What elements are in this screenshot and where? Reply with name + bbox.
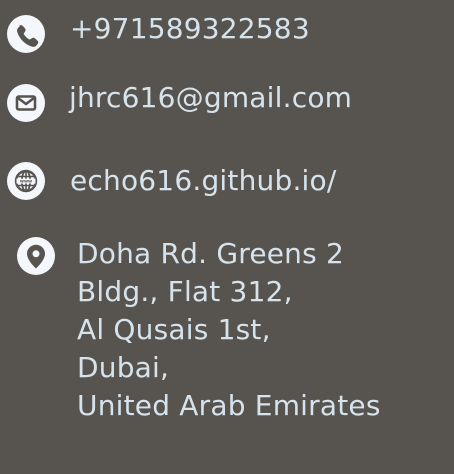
email-address[interactable]: jhrc616@gmail.com bbox=[69, 80, 352, 116]
contact-card: +971589322583 jhrc616@gmail.com www echo… bbox=[0, 0, 454, 474]
envelope-icon bbox=[7, 84, 45, 122]
phone-number[interactable]: +971589322583 bbox=[70, 11, 310, 47]
address-line-4: Dubai, bbox=[77, 351, 170, 384]
website-link[interactable]: echo616.github.io/ bbox=[70, 163, 336, 199]
address-line-2: Bldg., Flat 312, bbox=[77, 275, 293, 308]
phone-icon bbox=[7, 15, 45, 53]
location-pin-icon bbox=[17, 237, 55, 275]
address-line-1: Doha Rd. Greens 2 bbox=[77, 237, 345, 270]
address-line-3: Al Qusais 1st, bbox=[77, 313, 271, 346]
address-lines: Doha Rd. Greens 2 Bldg., Flat 312, Al Qu… bbox=[77, 235, 381, 425]
globe-www-icon: www bbox=[7, 162, 45, 200]
svg-text:www: www bbox=[20, 179, 32, 184]
address-line-5: United Arab Emirates bbox=[77, 389, 381, 422]
